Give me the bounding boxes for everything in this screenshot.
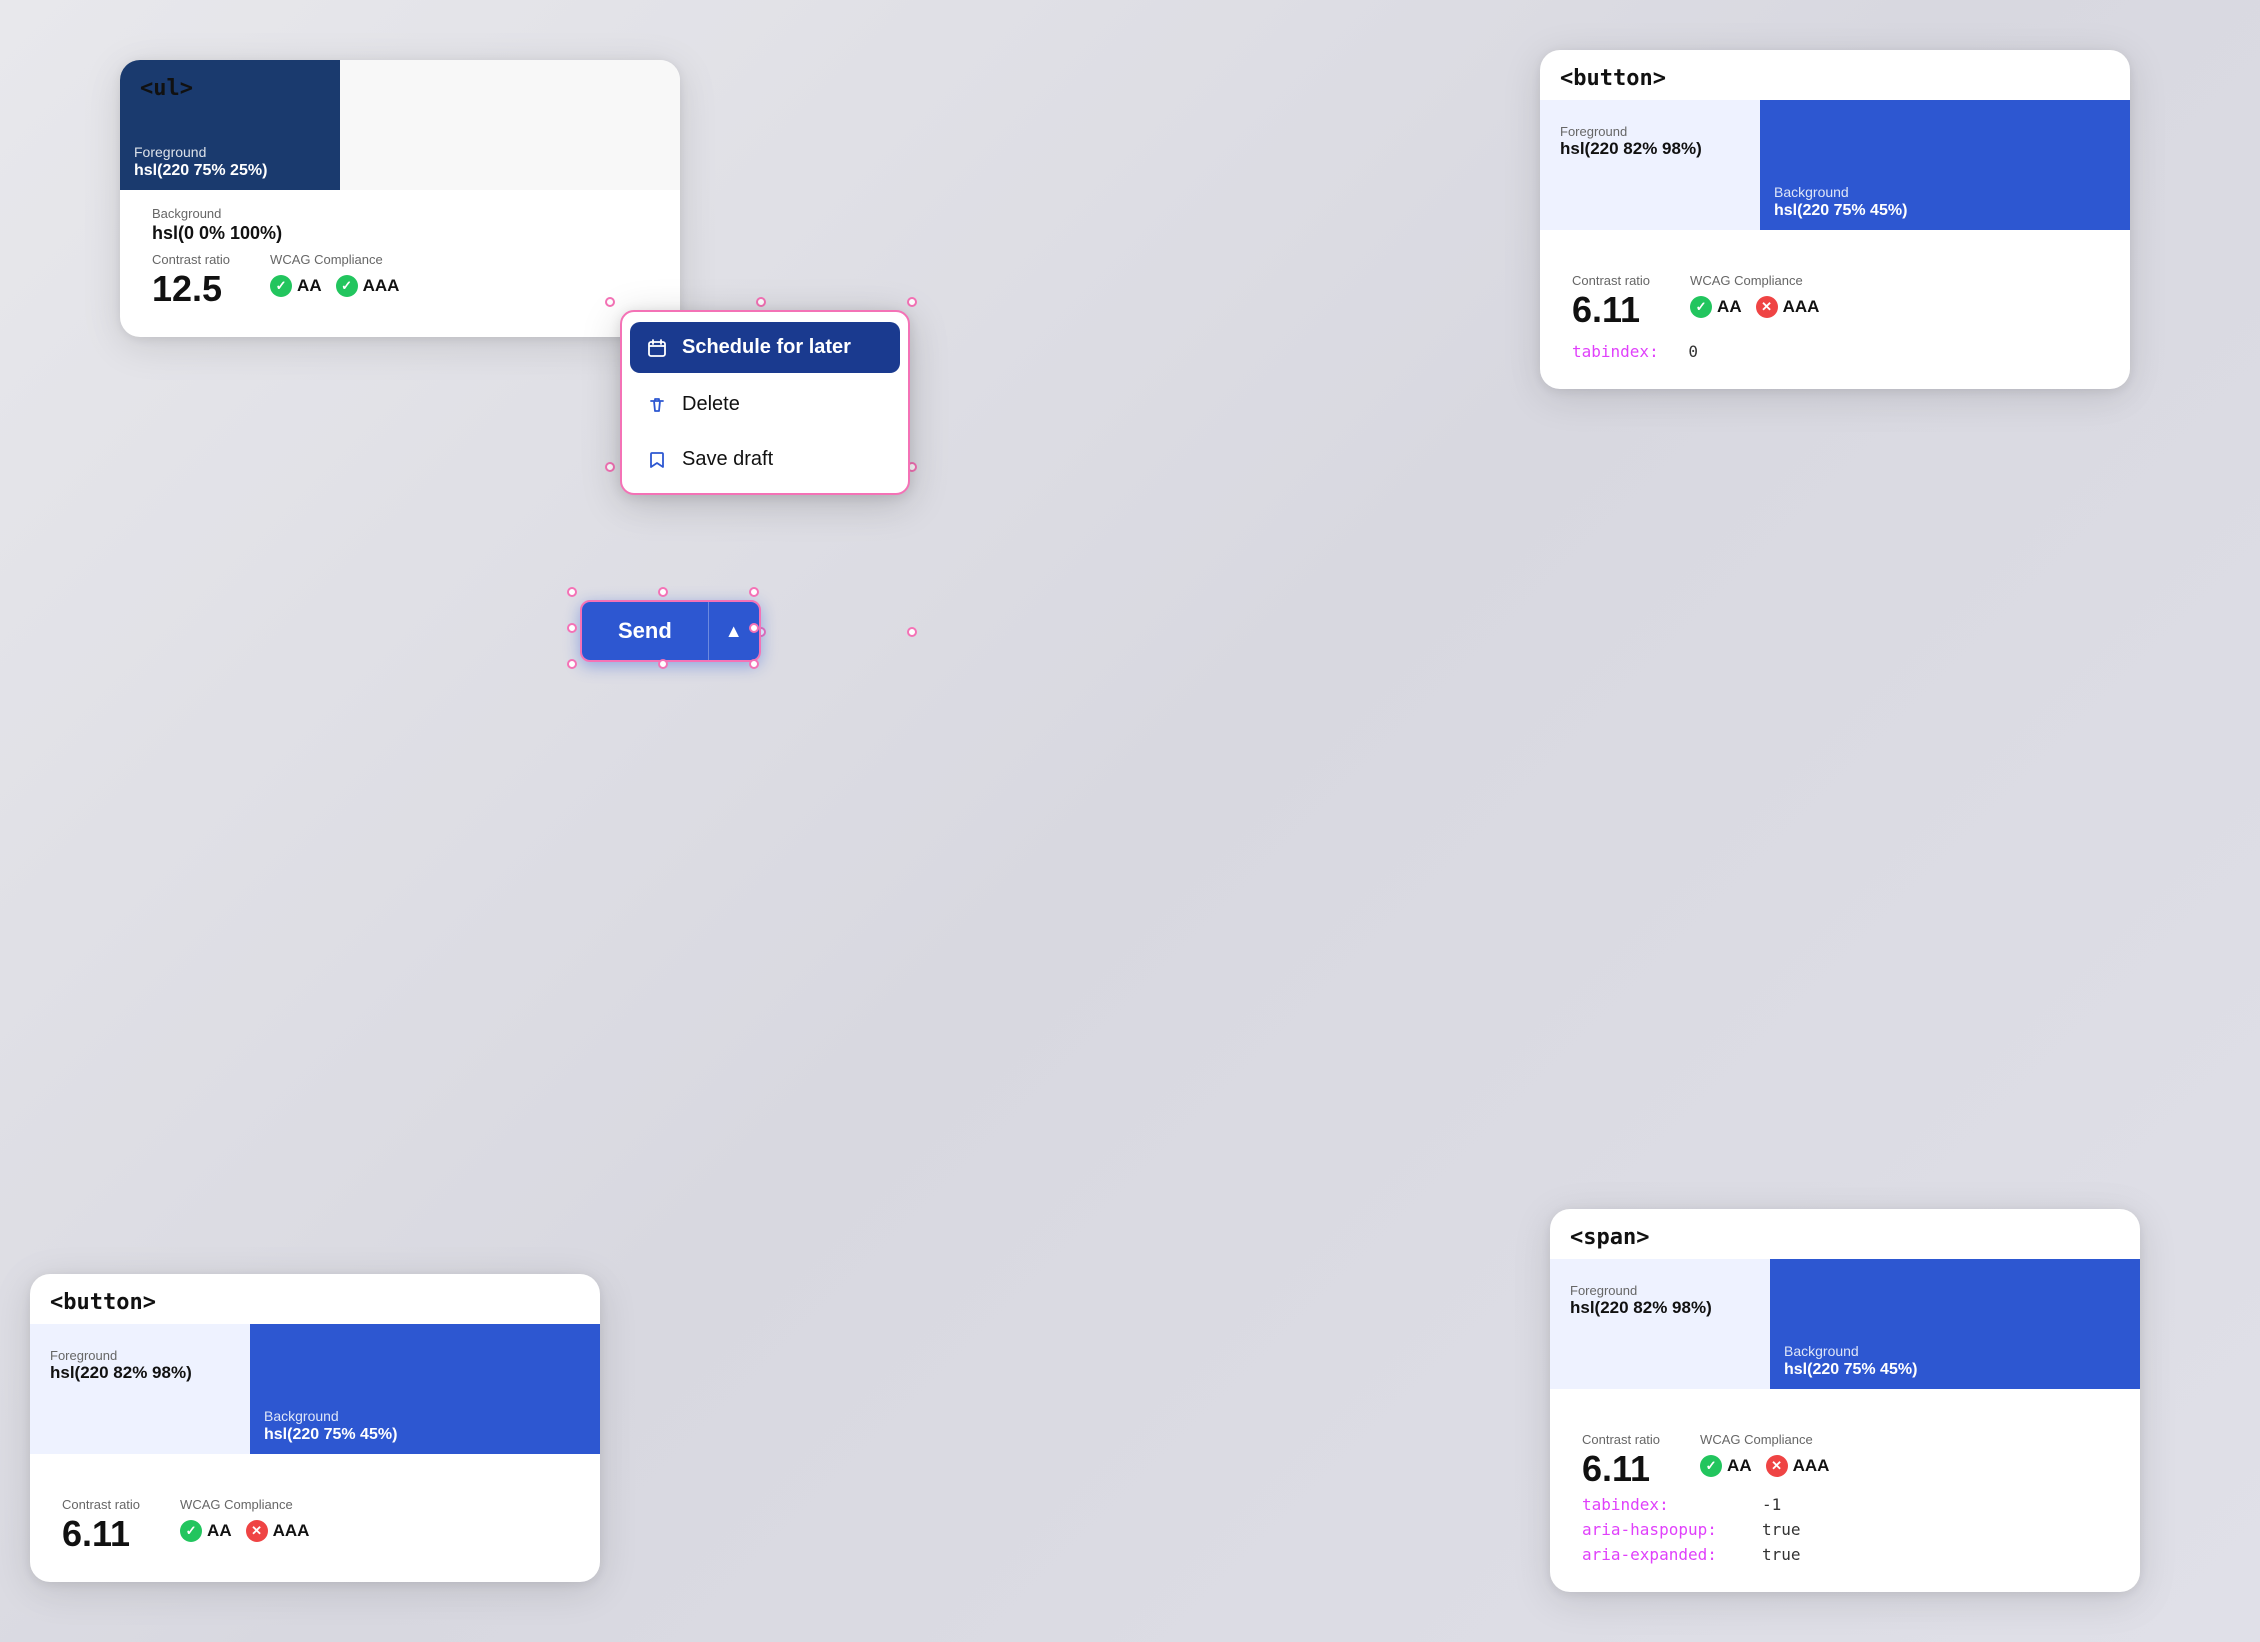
bg-swatch-ul [340,60,680,190]
aaa-pass-icon-ul: ✓ [336,275,358,297]
trash-icon [646,395,668,415]
card-tag-span: <span> [1570,1225,1649,1250]
tabindex-row-btn-top: tabindex: 0 [1572,342,2098,361]
contrast-label-ul: Contrast ratio [152,252,230,267]
tabindex-row-span: tabindex: -1 [1582,1495,2108,1514]
aa-badge-ul: ✓ AA [270,275,322,297]
aria-expanded-row: aria-expanded: true [1582,1545,2108,1564]
card-ul: Foreground hsl(220 75% 25%) Background h… [120,60,680,337]
card-tag-button-top: <button> [1560,66,1666,91]
send-arrow-button[interactable]: ▲ [708,602,759,660]
card-span: <span> Background hsl(220 75% 45%) Foreg… [1550,1209,2140,1592]
dropdown-item-delete[interactable]: Delete [622,377,908,432]
schedule-label: Schedule for later [682,336,851,359]
fg-label-ul: Foreground [134,144,326,160]
calendar-icon [646,338,668,358]
card-button-top: <button> Background hsl(220 75% 45%) For… [1540,50,2130,389]
bg-label-ul: Background [152,206,372,221]
bg-swatch-btn-bot: Background hsl(220 75% 45%) [250,1324,600,1454]
fg-swatch-span [1550,1259,1770,1389]
card-tag-button-bot: <button> [50,1290,156,1315]
bookmark-icon [646,450,668,470]
bg-value-ul: hsl(0 0% 100%) [152,223,372,244]
aa-pass-icon-ul: ✓ [270,275,292,297]
fg-swatch-btn-bot [30,1324,250,1454]
bg-swatch-span: Background hsl(220 75% 45%) [1770,1259,2140,1389]
contrast-value-ul: 12.5 [152,269,230,309]
send-button-group[interactable]: Send ▲ [580,600,761,662]
fg-swatch-btn-top [1540,100,1760,230]
aaa-badge-ul: ✓ AAA [336,275,400,297]
delete-label: Delete [682,393,740,416]
wcag-label-ul: WCAG Compliance [270,252,399,267]
card-button-bot: <button> Background hsl(220 75% 45%) For… [30,1274,600,1582]
save-draft-label: Save draft [682,448,773,471]
chevron-up-icon: ▲ [725,621,743,642]
bg-swatch-btn-top: Background hsl(220 75% 45%) [1760,100,2130,230]
bg-value-swatch-btn-top: hsl(220 75% 45%) [1774,202,2116,220]
send-button[interactable]: Send [582,602,708,660]
dropdown-item-schedule[interactable]: Schedule for later [630,322,900,373]
dropdown-item-save-draft[interactable]: Save draft [622,432,908,487]
aria-haspopup-row: aria-haspopup: true [1582,1520,2108,1539]
bg-label-swatch-btn-top: Background [1774,184,2116,200]
fg-value-ul: hsl(220 75% 25%) [134,162,326,180]
dropdown-menu: Schedule for later Delete Save draft [620,310,910,495]
card-tag-ul: <ul> [140,76,193,101]
